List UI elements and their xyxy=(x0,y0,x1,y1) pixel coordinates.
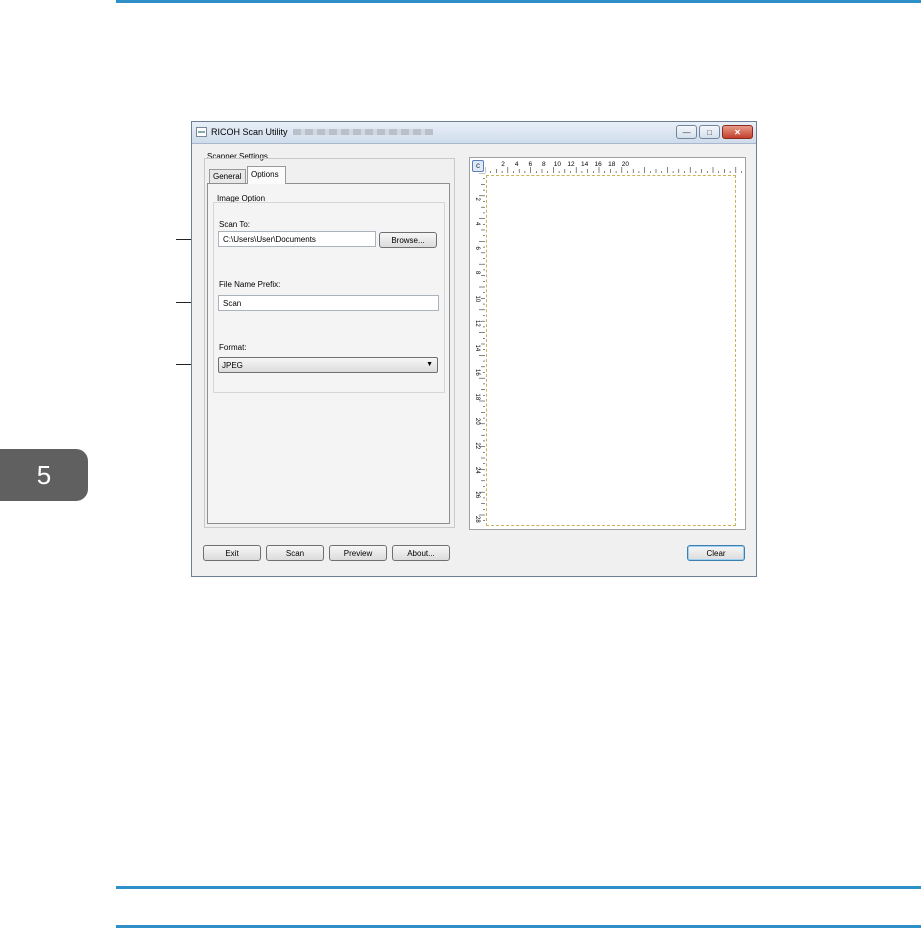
title-obscured-text xyxy=(293,129,433,135)
ruler-h-label: 16 xyxy=(595,161,603,168)
about-button[interactable]: About... xyxy=(392,545,450,561)
scan-button[interactable]: Scan xyxy=(266,545,324,561)
horizontal-ruler: 2 4 6 8 10 12 14 16 18 20 xyxy=(485,161,742,173)
ruler-h-label: 2 xyxy=(501,161,505,168)
exit-button[interactable]: Exit xyxy=(203,545,261,561)
ruler-v-label: 10 xyxy=(474,296,480,303)
preview-button[interactable]: Preview xyxy=(329,545,387,561)
scan-to-label: Scan To: xyxy=(219,220,250,229)
ruler-h-label: 6 xyxy=(528,161,532,168)
ruler-h-label: 20 xyxy=(622,161,630,168)
top-rule xyxy=(116,0,921,3)
ruler-v-label: 26 xyxy=(474,492,480,499)
ruler-v-label: 16 xyxy=(474,369,480,376)
ruler-v-label: 2 xyxy=(474,198,480,202)
ruler-h-label: 4 xyxy=(515,161,519,168)
ruler-v-label: 4 xyxy=(474,222,480,226)
ruler-v-label: 22 xyxy=(474,443,480,450)
close-icon: ✕ xyxy=(734,127,741,137)
minimize-icon: — xyxy=(682,127,691,137)
maximize-button[interactable]: □ xyxy=(699,125,720,139)
ruler-v-label: 28 xyxy=(474,516,480,523)
format-value: JPEG xyxy=(222,361,243,370)
ruler-h-label: 14 xyxy=(581,161,589,168)
bottom-rule-lower xyxy=(116,925,921,928)
window-title: RICOH Scan Utility xyxy=(211,127,288,137)
file-name-prefix-label: File Name Prefix: xyxy=(219,280,281,289)
ruler-v-label: 14 xyxy=(474,345,480,352)
scan-to-input[interactable]: C:\Users\User\Documents xyxy=(218,231,376,247)
scan-preview-area[interactable]: c 2 4 6 8 10 12 14 16 18 20 2 4 6 8 10 12 14 16 18 20 22 24 2… xyxy=(469,157,746,530)
ruler-v-label: 6 xyxy=(474,247,480,251)
scan-page-area xyxy=(486,175,736,526)
ruler-v-label: 18 xyxy=(474,394,480,401)
ruler-v-label: 24 xyxy=(474,467,480,474)
scan-utility-window: RICOH Scan Utility — □ ✕ Scanner Setting… xyxy=(191,121,757,577)
chapter-number: 5 xyxy=(36,459,52,490)
format-label: Format: xyxy=(219,343,247,352)
dropdown-arrow-icon: ▼ xyxy=(426,361,433,368)
vertical-ruler: 246810121416182022242628 xyxy=(474,173,485,523)
close-button[interactable]: ✕ xyxy=(722,125,753,139)
file-name-prefix-input[interactable]: Scan xyxy=(218,295,439,311)
app-icon xyxy=(196,127,207,137)
maximize-icon: □ xyxy=(707,127,712,137)
ruler-h-label: 18 xyxy=(608,161,616,168)
title-bar[interactable]: RICOH Scan Utility — □ ✕ xyxy=(192,122,756,144)
ruler-v-label: 8 xyxy=(474,271,480,275)
tab-general[interactable]: General xyxy=(209,169,246,183)
ruler-v-label: 12 xyxy=(474,320,480,327)
ruler-h-label: 8 xyxy=(542,161,546,168)
minimize-button[interactable]: — xyxy=(676,125,697,139)
tab-options[interactable]: Options xyxy=(247,166,286,184)
ruler-v-label: 20 xyxy=(474,418,480,425)
ruler-h-label: 10 xyxy=(554,161,562,168)
ruler-h-label: 12 xyxy=(567,161,575,168)
bottom-rule-upper xyxy=(116,886,921,889)
chapter-tab: 5 xyxy=(0,449,88,501)
format-select[interactable]: JPEG ▼ xyxy=(218,357,438,373)
clear-button[interactable]: Clear xyxy=(687,545,745,561)
ruler-unit-corner-icon[interactable]: c xyxy=(472,160,484,172)
browse-button[interactable]: Browse... xyxy=(379,232,437,248)
